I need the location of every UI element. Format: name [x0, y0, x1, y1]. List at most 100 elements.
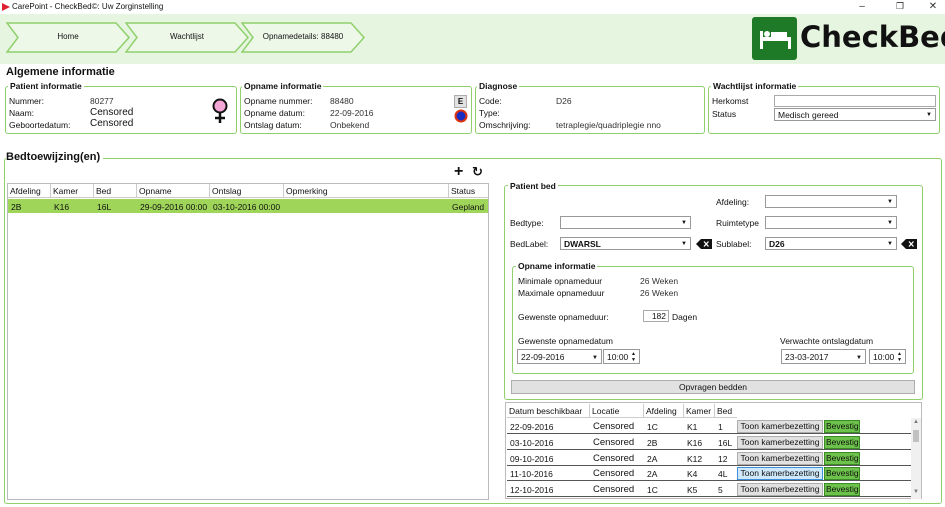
diagnose-title: Diagnose [477, 81, 520, 91]
minimize-icon[interactable]: – [855, 1, 869, 12]
spinner-icon[interactable]: ▲ ▼ [897, 351, 902, 363]
breadcrumb-home-label: Home [57, 32, 79, 41]
col-afdeling[interactable]: Afdeling [8, 184, 51, 198]
patient-nummer-label: Nummer: [9, 96, 44, 106]
diagnose-code-label: Code: [479, 96, 502, 106]
col-status[interactable]: Status [449, 184, 488, 198]
diagnose-omschrijving-label: Omschrijving: [479, 120, 531, 130]
algemene-title: Algemene informatie [6, 66, 115, 78]
add-icon[interactable]: + [454, 164, 463, 180]
maximize-icon[interactable]: ❐ [893, 1, 907, 12]
female-symbol-icon [212, 98, 228, 123]
gewenste-datum-label: Gewenste opnamedatum [518, 336, 613, 346]
bevestig-button[interactable]: Bevestig [824, 435, 860, 449]
avail-locatie: Censored [593, 484, 635, 496]
avail-datum: 22-09-2016 [510, 422, 554, 432]
close-icon[interactable]: ✕ [926, 1, 940, 12]
clear-bedlabel-icon[interactable] [696, 239, 712, 249]
patient-info-title: Patient informatie [8, 81, 84, 91]
opvragen-bedden-button[interactable]: Opvragen bedden [511, 380, 915, 394]
opname-nummer: 88480 [330, 96, 354, 106]
breadcrumb-home[interactable]: Home [6, 22, 130, 53]
opname-duur-title: Opname informatie [516, 261, 598, 271]
bedtoewijzing-title: Bedtoewijzing(en) [6, 151, 104, 163]
verwachte-datum-picker[interactable]: 23-03-2017 ▼ [781, 349, 866, 364]
herkomst-input[interactable] [774, 95, 936, 107]
avail-datum: 11-10-2016 [510, 469, 553, 480]
breadcrumb-wachtlijst[interactable]: Wachtlijst [125, 22, 249, 53]
toon-kamerbezetting-button[interactable]: Toon kamerbezetting [737, 483, 823, 497]
avail-kamer: K1 [687, 422, 698, 432]
vertical-scrollbar[interactable]: ▲ ▼ [911, 418, 921, 499]
toon-kamerbezetting-button[interactable]: Toon kamerbezetting [737, 451, 823, 465]
gewenste-tijd-value: 10:00 [607, 352, 629, 362]
bevestig-button[interactable]: Bevestig [824, 420, 860, 433]
gewenste-datum-picker[interactable]: 22-09-2016 ▼ [517, 349, 602, 364]
sublabel-select[interactable]: D26 ▼ [765, 237, 897, 250]
verwachte-datum-value: 23-03-2017 [785, 352, 829, 362]
verwachte-datum-label: Verwachte ontslagdatum [780, 336, 874, 346]
ruimtetype-select[interactable]: ▼ [765, 216, 897, 229]
e-button[interactable]: E [454, 95, 467, 108]
patient-nummer: 80277 [90, 96, 114, 106]
scroll-thumb[interactable] [913, 430, 919, 442]
clear-sublabel-icon[interactable] [901, 239, 917, 249]
cell-kamer: K16 [54, 202, 70, 212]
cell-bed: 16L [97, 202, 112, 212]
min-duur-label: Minimale opnameduur [518, 276, 603, 286]
toon-kamerbezetting-button[interactable]: Toon kamerbezetting [737, 467, 823, 481]
bedlabel-select[interactable]: DWARSL ▼ [560, 237, 691, 250]
bedtype-select[interactable]: ▼ [560, 216, 691, 229]
col-ontslag[interactable]: Ontslag [210, 184, 284, 198]
status-dot-icon [454, 109, 468, 123]
scroll-up-icon[interactable]: ▲ [913, 419, 919, 425]
max-duur: 26 Weken [640, 288, 679, 298]
avail-kamer: K5 [687, 485, 698, 496]
duur-unit: Dagen [672, 312, 698, 322]
bevestig-button[interactable]: Bevestig [824, 451, 860, 465]
gewenste-duur-input[interactable]: 182 [643, 310, 669, 322]
bedtoewijzing-grid [7, 183, 489, 500]
col-datum-beschikbaar[interactable]: Datum beschikbaar [507, 404, 590, 418]
avail-bed: 5 [718, 485, 723, 496]
diagnose-code: D26 [556, 96, 572, 106]
avail-kamer: K12 [687, 453, 703, 464]
gewenste-tijd-spinner[interactable]: 10:00 ▲ ▼ [603, 349, 640, 364]
ontslag-datum: Onbekend [330, 120, 370, 130]
afdeling-select[interactable]: ▼ [765, 195, 897, 208]
logo-text: CheckBed [800, 20, 945, 54]
col-bed[interactable]: Bed [715, 404, 737, 418]
col-bed[interactable]: Bed [94, 184, 137, 198]
diagnose-type-label: Type: [479, 108, 500, 118]
spinner-icon[interactable]: ▲ ▼ [631, 351, 636, 363]
patient-geboorte: Censored [90, 118, 134, 129]
col-kamer[interactable]: Kamer [684, 404, 715, 418]
chevron-down-icon: ▼ [887, 241, 893, 247]
breadcrumb-opnamedetails[interactable]: Opnamedetails: 88480 [241, 22, 365, 53]
col-kamer[interactable]: Kamer [51, 184, 94, 198]
patient-bed-title: Patient bed [508, 181, 558, 191]
scroll-down-icon[interactable]: ▼ [913, 489, 919, 495]
col-afdeling[interactable]: Afdeling [644, 404, 684, 418]
col-opname[interactable]: Opname [137, 184, 210, 198]
toon-kamerbezetting-button[interactable]: Toon kamerbezetting [737, 435, 823, 449]
col-locatie[interactable]: Locatie [590, 404, 644, 418]
refresh-icon[interactable]: ↻ [472, 165, 483, 179]
avail-afdeling: 2B [647, 437, 658, 448]
herkomst-label: Herkomst [712, 96, 749, 106]
bedtype-label: Bedtype: [510, 218, 544, 228]
verwachte-tijd-spinner[interactable]: 10:00 ▲ ▼ [869, 349, 906, 364]
avail-datum: 03-10-2016 [510, 437, 554, 448]
opname-datum: 22-09-2016 [330, 108, 374, 118]
cell-ontslag: 03-10-2016 00:00 [213, 202, 281, 212]
status-select[interactable]: Medisch gereed ▼ [774, 108, 936, 121]
col-opmerking[interactable]: Opmerking [284, 184, 449, 198]
bevestig-button[interactable]: Bevestig [824, 467, 860, 481]
toon-kamerbezetting-button[interactable]: Toon kamerbezetting [737, 420, 823, 433]
gewenste-duur-label: Gewenste opnameduur: [518, 312, 609, 322]
bevestig-button[interactable]: Bevestig [824, 483, 860, 497]
title-bar: CarePoint - CheckBed©: Uw Zorginstelling… [0, 0, 945, 14]
bedlabel-label: BedLabel: [510, 239, 549, 249]
avail-kamer: K4 [687, 469, 698, 480]
chevron-down-icon: ▼ [926, 112, 932, 118]
